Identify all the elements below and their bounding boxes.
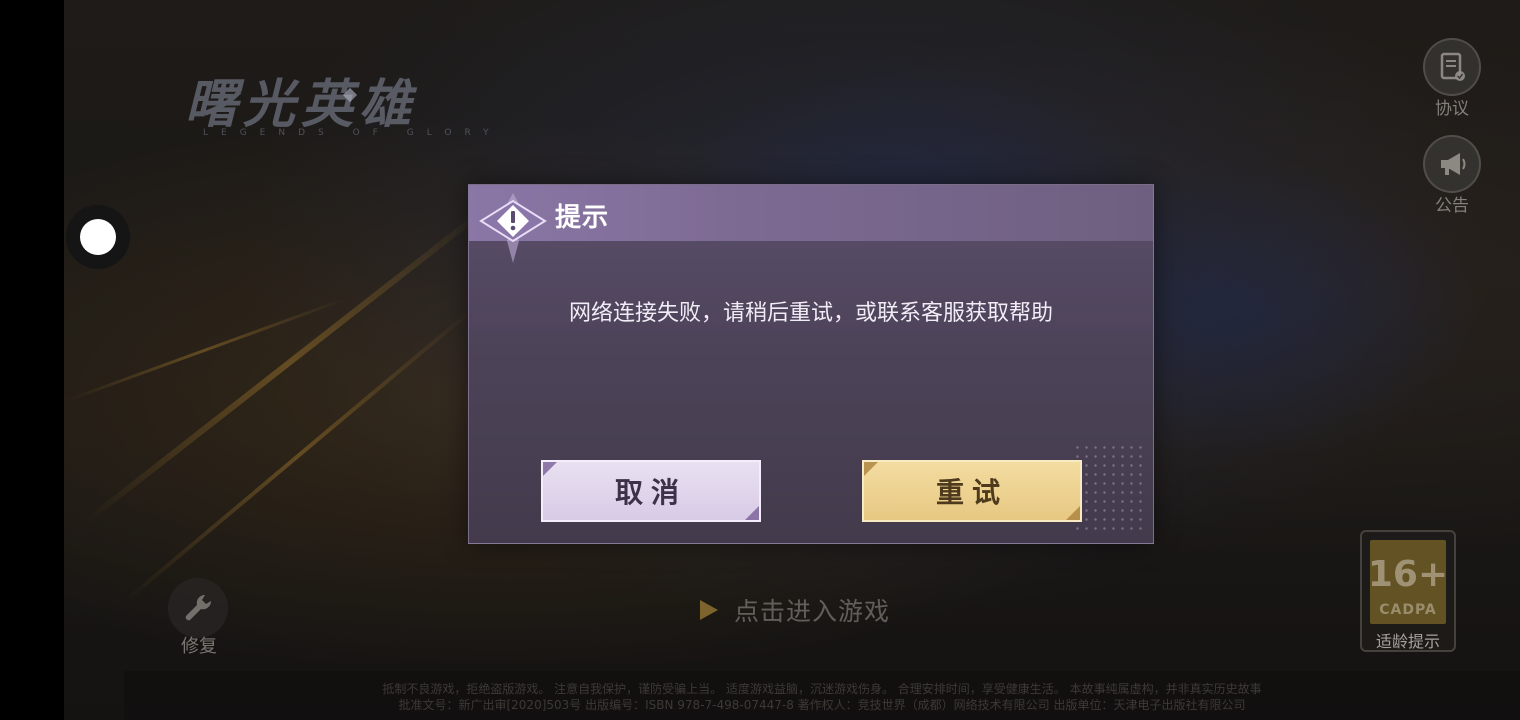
retry-button[interactable]: 重试 (862, 460, 1082, 522)
wrench-icon (168, 578, 228, 638)
age-rating-badge[interactable]: 16+ CADPA 适龄提示 (1360, 530, 1456, 652)
age-rating-label: 适龄提示 (1375, 632, 1440, 651)
logo-title: 曙光英雄 (185, 74, 418, 135)
retry-button-label: 重试 (935, 476, 1008, 509)
floating-ball-dot (80, 219, 116, 255)
agreement-label: 协议 (1435, 99, 1469, 119)
warning-icon (473, 191, 551, 263)
logo-subtitle: LEGENDS OF GLORY (203, 128, 502, 138)
floating-assistant-ball[interactable] (66, 205, 130, 269)
megaphone-icon (1423, 135, 1481, 193)
cancel-button[interactable]: 取消 (541, 460, 761, 522)
document-check-icon (1423, 38, 1481, 96)
notice-label: 公告 (1435, 196, 1469, 216)
footer-line-2: 批准文号：新广出审[2020]503号 出版编号：ISBN 978-7-498-… (398, 698, 1246, 712)
footer-line-1: 抵制不良游戏，拒绝盗版游戏。 注意自我保护，谨防受骗上当。 适度游戏益脑，沉迷游… (382, 682, 1262, 696)
left-black-bar (0, 0, 64, 720)
footer-legal-text: 抵制不良游戏，拒绝盗版游戏。 注意自我保护，谨防受骗上当。 适度游戏益脑，沉迷游… (124, 671, 1520, 720)
arrow-right-icon (700, 600, 718, 620)
cancel-button-label: 取消 (614, 476, 687, 509)
enter-game-prompt[interactable]: 点击进入游戏 (700, 592, 890, 628)
dialog-message: 网络连接失败，请稍后重试，或联系客服获取帮助 (568, 301, 1053, 326)
game-launch-screen: 曙光英雄 LEGENDS OF GLORY 协议 公告 修复 点击进入游戏 16… (0, 0, 1520, 720)
game-logo: 曙光英雄 LEGENDS OF GLORY (185, 62, 515, 142)
dialog-decoration (1073, 443, 1143, 533)
age-rating-org: CADPA (1379, 602, 1437, 618)
dialog-title: 提示 (555, 203, 610, 233)
age-rating-age: 16+ (1367, 554, 1449, 595)
notice-button[interactable]: 公告 (1420, 135, 1484, 216)
network-error-dialog: 提示 网络连接失败，请稍后重试，或联系客服获取帮助 取消 重试 (468, 184, 1154, 544)
agreement-button[interactable]: 协议 (1420, 38, 1484, 119)
enter-game-text: 点击进入游戏 (734, 597, 891, 626)
repair-button[interactable]: 修复 (168, 578, 230, 658)
repair-label: 修复 (181, 636, 217, 657)
